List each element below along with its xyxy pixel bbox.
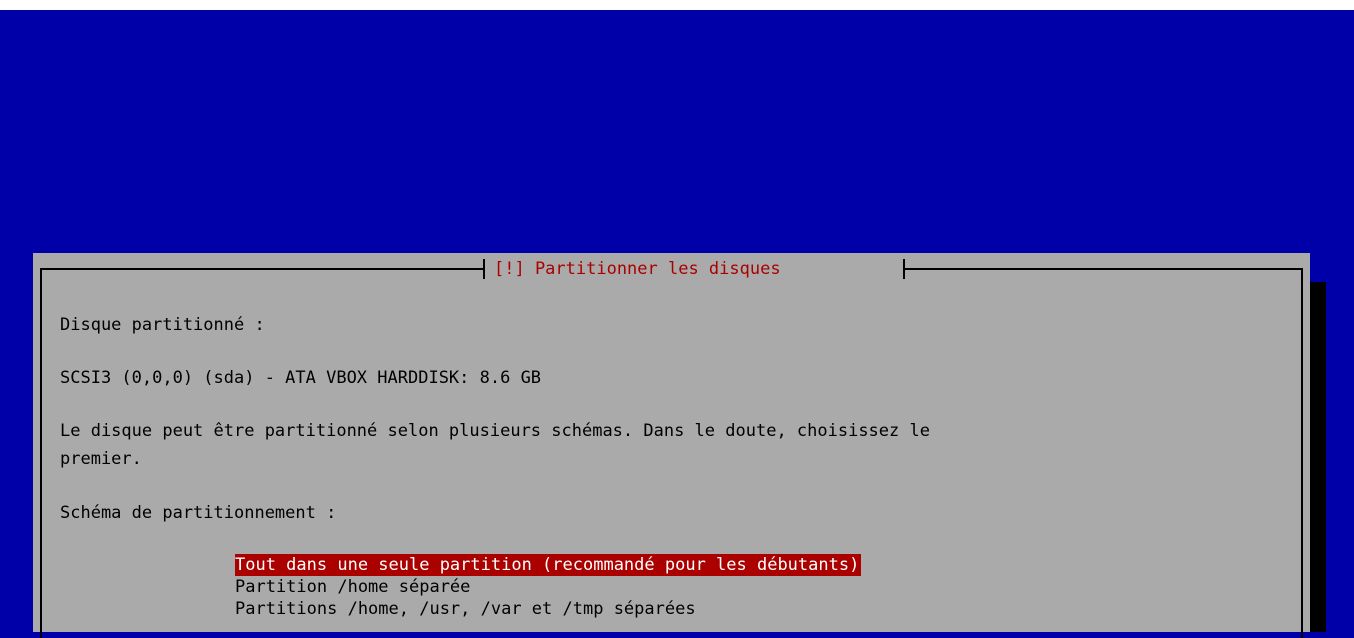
frame-notch-right: [903, 259, 905, 279]
description-line-1: Le disque peut être partitionné selon pl…: [60, 421, 930, 441]
frame-top-right: [905, 268, 1303, 270]
top-border: [0, 0, 1354, 10]
scheme-label: Schéma de partitionnement :: [60, 503, 337, 523]
option-separate-home[interactable]: Partition /home séparée: [235, 576, 470, 598]
frame-top-left: [40, 268, 485, 270]
dialog-shadow: [1310, 282, 1326, 632]
option-separate-home-usr-var-tmp[interactable]: Partitions /home, /usr, /var et /tmp sép…: [235, 598, 696, 620]
disk-label: Disque partitionné :: [60, 315, 265, 335]
option-single-partition[interactable]: Tout dans une seule partition (recommand…: [235, 554, 862, 576]
partition-dialog: [!] Partitionner les disques Disque part…: [33, 253, 1310, 638]
disk-name: SCSI3 (0,0,0) (sda) - ATA VBOX HARDDISK:…: [60, 368, 542, 388]
frame-notch-left: [483, 259, 485, 279]
installer-screen: [!] Partitionner les disques Disque part…: [0, 0, 1354, 638]
dialog-title: [!] Partitionner les disques: [494, 259, 781, 279]
description-line-2: premier.: [60, 449, 142, 469]
